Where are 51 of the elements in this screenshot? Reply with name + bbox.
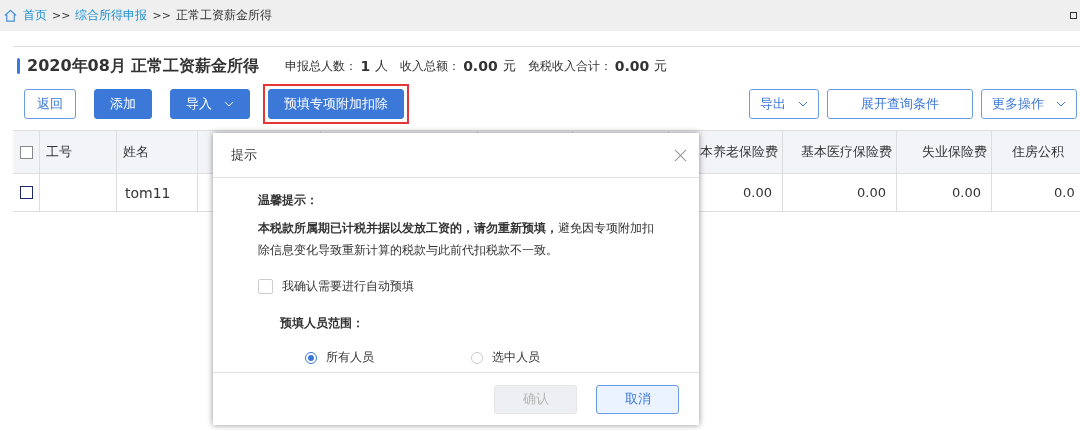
column-header: 住房公积: [1011, 143, 1064, 161]
stat-label: 申报总人数：: [285, 57, 358, 75]
stat-unit: 元: [502, 57, 516, 75]
action-button[interactable]: 返回: [24, 89, 76, 119]
breadcrumb-separator: >>: [52, 9, 71, 22]
confirm-checkbox[interactable]: [258, 279, 273, 294]
table-cell-text: 0.00: [952, 185, 982, 200]
notice-heading: 温馨提示：: [258, 192, 319, 209]
breadcrumb-link[interactable]: 综合所得申报: [75, 7, 148, 24]
cancel-button[interactable]: 取消: [596, 384, 679, 414]
dropdown-button[interactable]: 导入: [170, 89, 250, 119]
column-header: 姓名: [122, 143, 149, 161]
checkbox-label: 我确认需要进行自动预填: [282, 278, 414, 295]
stat-unit: 人: [375, 57, 389, 75]
select-all-checkbox[interactable]: [19, 145, 33, 159]
radio-label: 所有人员: [326, 349, 374, 366]
stat-label: 免税收入合计：: [527, 57, 612, 75]
title-accent-bar: [17, 58, 20, 74]
action-button[interactable]: 添加: [94, 89, 152, 119]
row-checkbox[interactable]: [19, 186, 33, 199]
caret-icon: [1056, 101, 1066, 107]
column-header: 失业保险费: [922, 143, 988, 161]
column-header: 工号: [45, 143, 72, 161]
window-restore-icon[interactable]: [1070, 12, 1077, 19]
table-cell-text: 0.00: [743, 185, 773, 200]
dropdown-button[interactable]: 导出: [749, 89, 819, 119]
scope-label: 预填人员范围：: [280, 315, 365, 332]
radio-label: 选中人员: [492, 349, 540, 366]
breadcrumb-separator: >>: [152, 9, 171, 22]
stat-value: 1: [360, 58, 371, 74]
table-cell-text: tom11: [124, 184, 171, 201]
stat-label: 收入总额：: [400, 57, 461, 75]
breadcrumb-link[interactable]: 首页: [23, 7, 47, 24]
column-header: 基本医疗保险费: [801, 143, 893, 161]
dialog-title: 提示: [231, 146, 257, 164]
action-button[interactable]: 展开查询条件: [827, 89, 973, 119]
table-cell-text: 0.0: [1053, 185, 1075, 200]
stat-unit: 元: [654, 57, 668, 75]
breadcrumb-current: 正常工资薪金所得: [175, 7, 272, 24]
close-icon[interactable]: [674, 148, 687, 162]
dropdown-button[interactable]: 更多操作: [981, 89, 1077, 119]
stat-value: 0.00: [614, 58, 650, 74]
table-cell-text: 0.00: [857, 185, 887, 200]
caret-icon: [224, 101, 234, 107]
page-title: 2020年08月 正常工资薪金所得: [27, 55, 260, 77]
caret-icon: [798, 101, 808, 107]
action-button[interactable]: 预填专项附加扣除: [268, 89, 404, 119]
stat-value: 0.00: [463, 58, 498, 74]
column-header: 本养老保险费: [700, 143, 779, 161]
notice-message: 本税款所属期已计税并据以发放工资的，请勿重新预填，避免因专项附加扣除信息变化导致重新计算的税款与此前代扣税款不一致。: [258, 220, 655, 259]
home-icon[interactable]: [3, 8, 18, 23]
